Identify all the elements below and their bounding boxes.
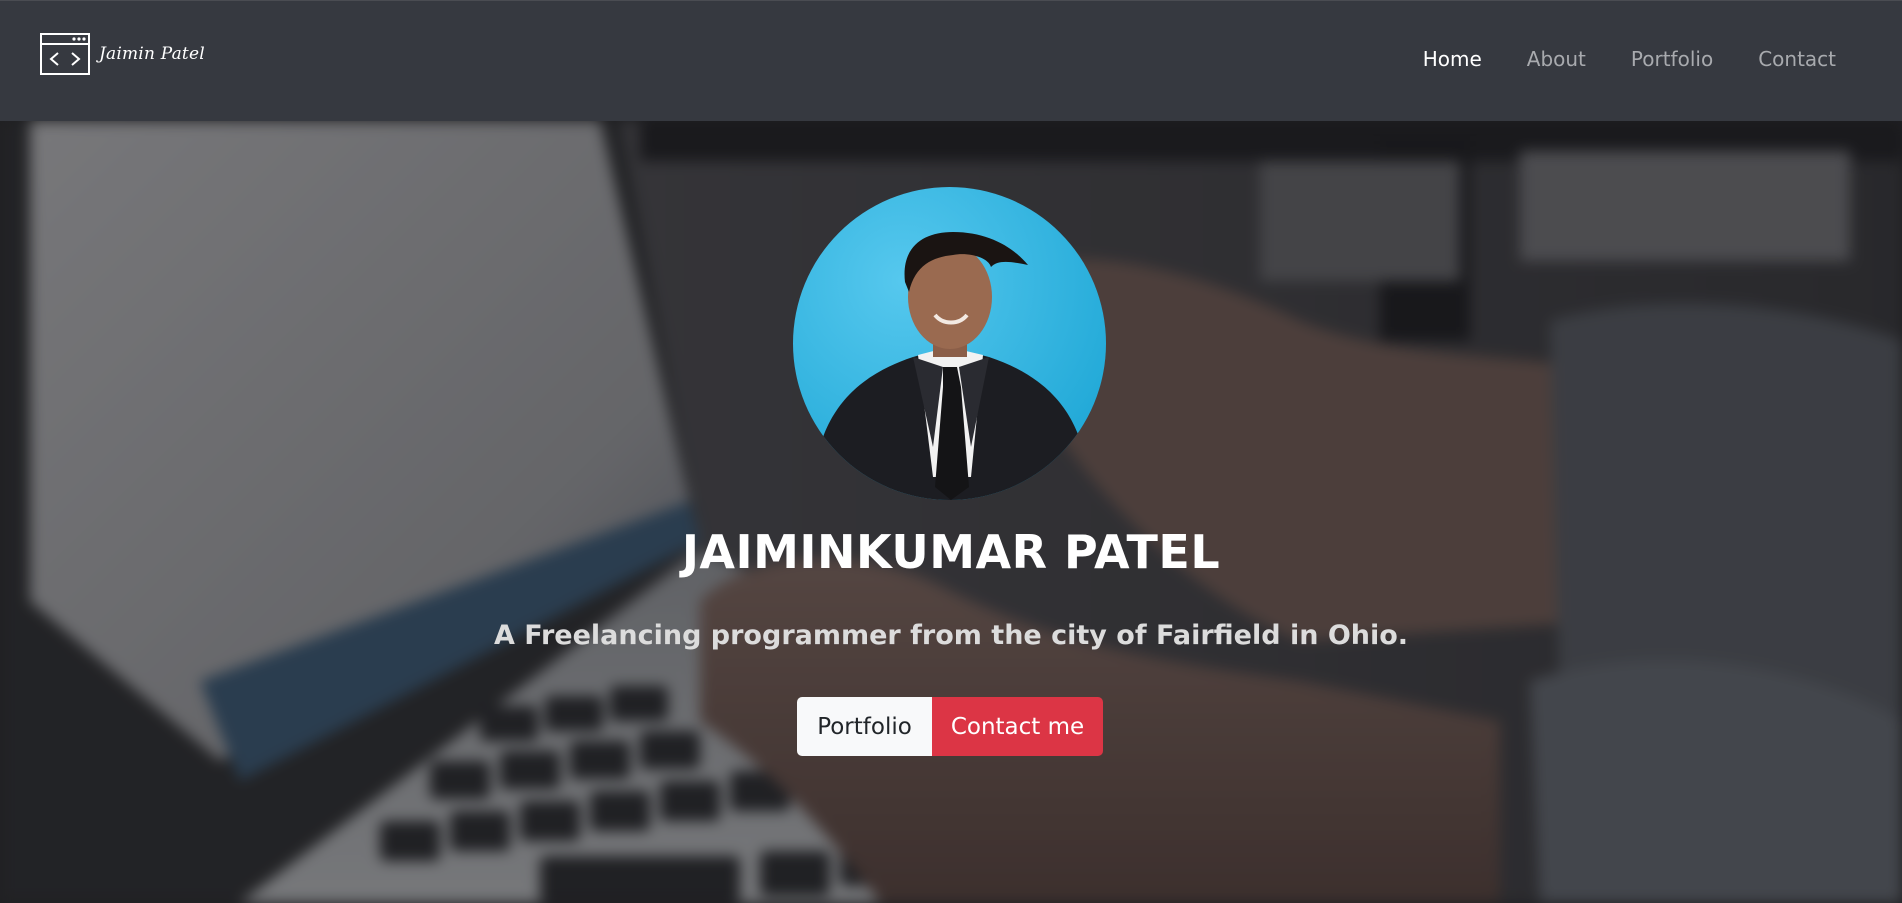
- profile-avatar: [793, 187, 1106, 500]
- nav-link-home[interactable]: Home: [1423, 47, 1482, 71]
- nav-links: Home About Portfolio Contact: [1423, 47, 1836, 71]
- hero-subtitle: A Freelancing programmer from the city o…: [493, 620, 1409, 651]
- page: Jaimin Patel Home About Portfolio Contac…: [0, 0, 1902, 903]
- contact-me-button[interactable]: Contact me: [932, 697, 1103, 756]
- code-window-icon: [40, 32, 90, 75]
- nav-link-about[interactable]: About: [1527, 47, 1586, 71]
- portfolio-button[interactable]: Portfolio: [797, 697, 932, 756]
- hero-title: JAIMINKUMAR PATEL: [681, 525, 1221, 579]
- navbar: Jaimin Patel Home About Portfolio Contac…: [0, 0, 1902, 121]
- nav-link-contact[interactable]: Contact: [1758, 47, 1836, 71]
- hero-button-group: Portfolio Contact me: [797, 697, 1103, 756]
- navbar-brand[interactable]: Jaimin Patel: [39, 32, 205, 76]
- nav-link-portfolio[interactable]: Portfolio: [1631, 47, 1713, 71]
- brand-text: Jaimin Patel: [99, 43, 205, 64]
